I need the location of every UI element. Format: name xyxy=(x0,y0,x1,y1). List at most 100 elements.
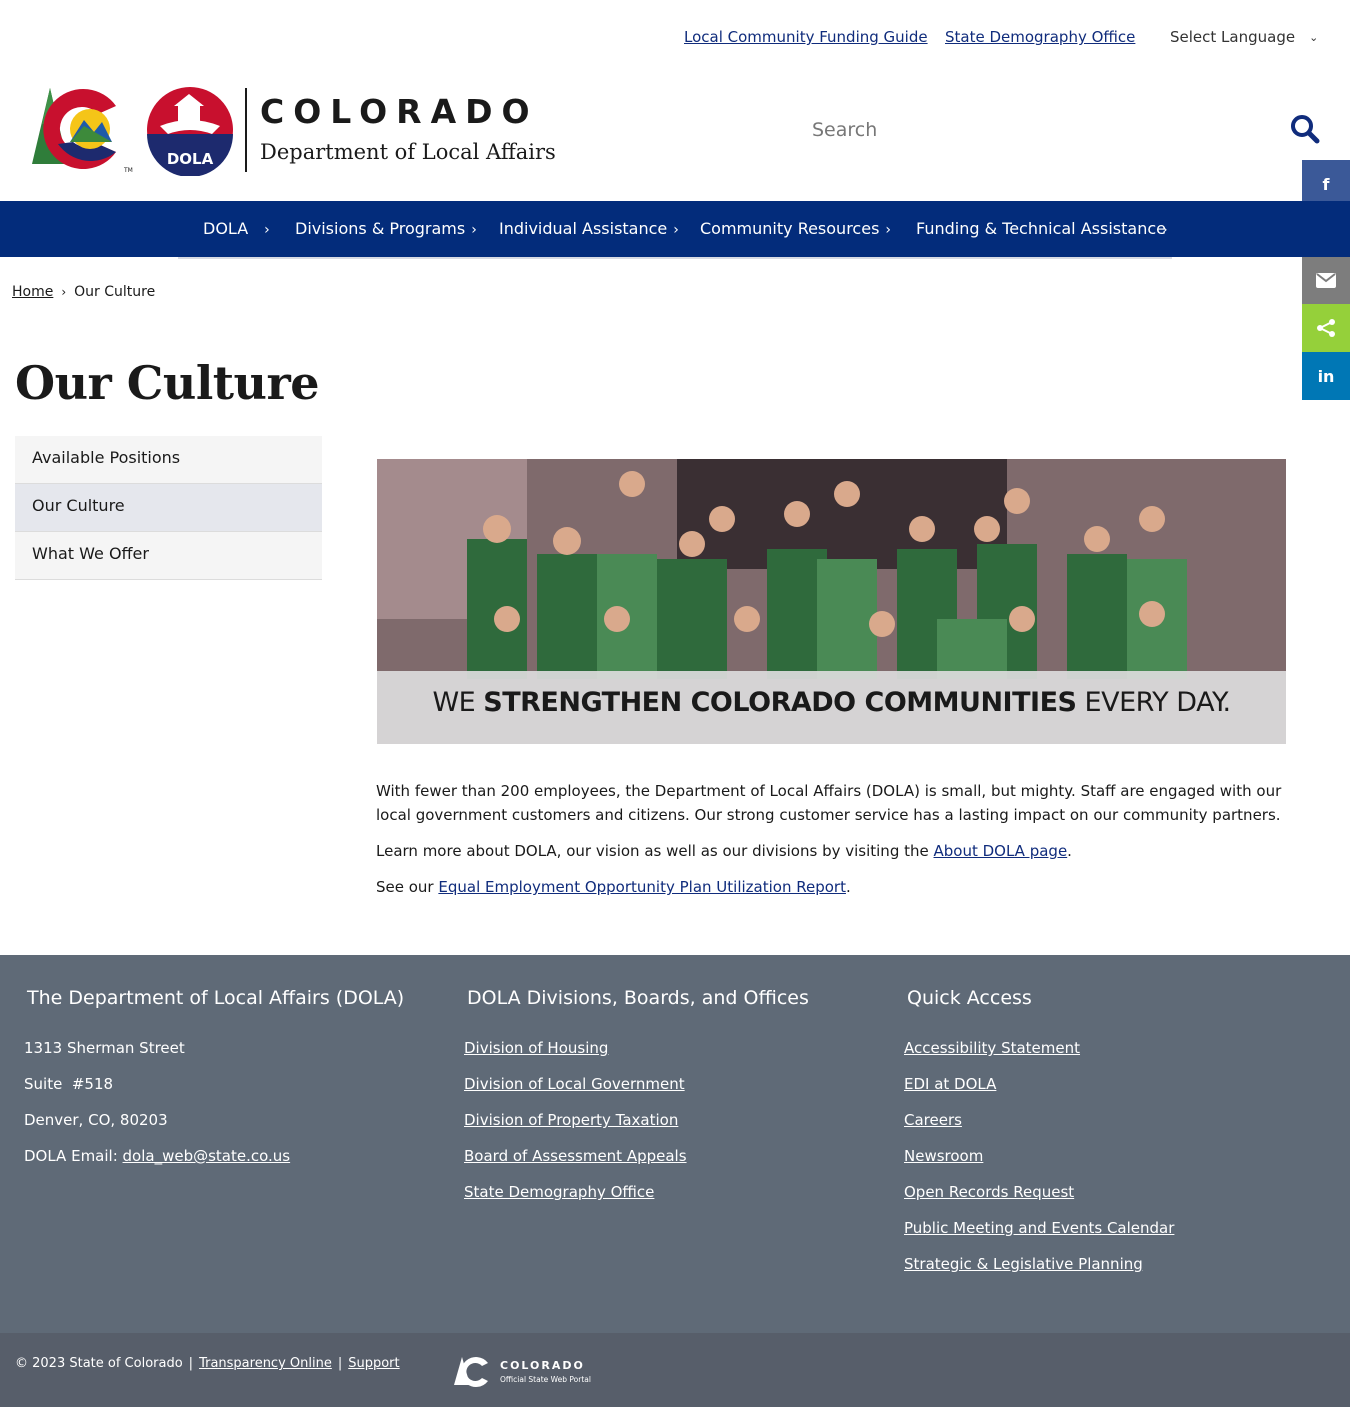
about-paragraph: Learn more about DOLA, our vision as wel… xyxy=(376,839,1291,863)
nav-item-funding-technical-assistance[interactable]: Funding & Technical Assistance› xyxy=(916,219,1168,238)
footer-link-division-of-local-government[interactable]: Division of Local Government xyxy=(464,1075,685,1093)
chevron-right-icon: › xyxy=(1161,222,1168,238)
footer-link-newsroom[interactable]: Newsroom xyxy=(904,1147,983,1165)
linkedin-share-button[interactable]: in xyxy=(1302,352,1350,400)
separator: | xyxy=(188,1356,194,1371)
side-menu-item-what-we-offer[interactable]: What We Offer xyxy=(15,532,322,580)
nav-item-dola[interactable]: DOLA › xyxy=(203,219,270,238)
dola-badge-text: DOLA xyxy=(167,150,214,168)
colorado-dola-logo-icon: TM DOLA xyxy=(32,87,233,176)
share-icon xyxy=(1317,319,1335,337)
share-bar: f in xyxy=(1302,160,1350,400)
state-name: COLORADO xyxy=(260,92,539,131)
period: . xyxy=(1067,842,1072,860)
chevron-right-icon: › xyxy=(471,222,477,238)
colorado-portal-logo[interactable]: COLORADO Official State Web Portal xyxy=(454,1355,604,1389)
nav-item-label: DOLA xyxy=(203,219,249,238)
footer-link-open-records-request[interactable]: Open Records Request xyxy=(904,1183,1074,1201)
footer-divisions-heading: DOLA Divisions, Boards, and Offices xyxy=(467,987,809,1009)
banner-caption: WE STRENGTHEN COLORADO COMMUNITIES EVERY… xyxy=(377,687,1286,718)
period: . xyxy=(845,878,851,896)
logo-divider xyxy=(245,88,247,172)
side-menu-item-our-culture[interactable]: Our Culture xyxy=(15,484,322,532)
search-button[interactable] xyxy=(1290,114,1322,146)
email-share-button[interactable] xyxy=(1302,256,1350,304)
copyright-line: © 2023 State of Colorado | Transparency On… xyxy=(15,1356,400,1371)
site-search xyxy=(800,108,1330,152)
colorado-c-logo-icon xyxy=(454,1357,488,1387)
breadcrumb: Home › Our Culture xyxy=(12,284,155,300)
caption-suffix: EVERY DAY. xyxy=(1076,687,1232,718)
department-name: Department of Local Affairs xyxy=(260,140,556,164)
eeo-report-link[interactable]: Equal Employment Opportunity Plan Utiliz… xyxy=(438,878,846,896)
footer-quick-access-column: Quick Access Accessibility Statement EDI… xyxy=(904,987,1174,1291)
support-link[interactable]: Support xyxy=(348,1356,399,1371)
local-community-funding-guide-link[interactable]: Local Community Funding Guide xyxy=(684,28,928,46)
footer-link-edi-at-dola[interactable]: EDI at DOLA xyxy=(904,1075,996,1093)
nav-item-community-resources[interactable]: Community Resources › xyxy=(700,219,891,238)
footer-link-division-of-housing[interactable]: Division of Housing xyxy=(464,1039,608,1057)
language-select-label: Select Language xyxy=(1170,28,1296,46)
search-input[interactable] xyxy=(800,108,1280,152)
site-logo[interactable]: TM DOLA COLORADO Department of Local Aff… xyxy=(28,84,588,176)
main-nav: DOLA › Divisions & Programs › Individual A… xyxy=(0,201,1350,257)
breadcrumb-current: Our Culture xyxy=(74,284,156,300)
portal-title: COLORADO xyxy=(500,1359,585,1372)
footer-link-strategic-legislative-planning[interactable]: Strategic & Legislative Planning xyxy=(904,1255,1143,1273)
footer-link-division-of-property-taxation[interactable]: Division of Property Taxation xyxy=(464,1111,678,1129)
email-label: DOLA Email: xyxy=(24,1147,123,1165)
nav-item-divisions-programs[interactable]: Divisions & Programs › xyxy=(295,219,477,238)
footer-link-careers[interactable]: Careers xyxy=(904,1111,962,1129)
language-select[interactable]: Select Language ⌄ xyxy=(1170,28,1318,46)
separator: | xyxy=(337,1356,343,1371)
nav-divider xyxy=(178,257,1172,259)
sub-footer: © 2023 State of Colorado | Transparency On… xyxy=(0,1333,1350,1407)
footer-quick-access-heading: Quick Access xyxy=(907,987,1032,1009)
about-text: Learn more about DOLA, our vision as wel… xyxy=(376,842,934,860)
footer-contact-heading: The Department of Local Affairs (DOLA) xyxy=(27,987,405,1009)
intro-paragraph: With fewer than 200 employees, the Depar… xyxy=(376,782,1282,824)
side-menu-item-available-positions[interactable]: Available Positions xyxy=(15,436,322,484)
state-demography-office-link[interactable]: State Demography Office xyxy=(945,28,1135,46)
email-icon xyxy=(1316,272,1336,288)
footer-link-state-demography-office[interactable]: State Demography Office xyxy=(464,1183,654,1201)
chevron-right-icon: › xyxy=(673,222,679,238)
generic-share-button[interactable] xyxy=(1302,304,1350,352)
chevron-right-icon: › xyxy=(885,222,892,238)
footer-link-public-meeting-calendar[interactable]: Public Meeting and Events Calendar xyxy=(904,1219,1174,1237)
transparency-online-link[interactable]: Transparency Online xyxy=(199,1356,332,1371)
footer-link-board-of-assessment-appeals[interactable]: Board of Assessment Appeals xyxy=(464,1147,687,1165)
utility-bar: Local Community Funding Guide State Demo… xyxy=(0,0,1350,76)
main-content: With fewer than 200 employees, the Depar… xyxy=(376,779,1291,911)
linkedin-icon: in xyxy=(1317,366,1335,386)
footer-divisions-column: DOLA Divisions, Boards, and Offices Divi… xyxy=(464,987,809,1219)
svg-text:TM: TM xyxy=(123,167,133,174)
eeo-text: See our xyxy=(376,878,439,896)
copyright-text: © 2023 State of Colorado xyxy=(15,1356,183,1371)
footer-link-accessibility-statement[interactable]: Accessibility Statement xyxy=(904,1039,1080,1057)
breadcrumb-home-link[interactable]: Home xyxy=(12,284,53,300)
chevron-right-icon: › xyxy=(61,285,67,299)
nav-item-label: Individual Assistance xyxy=(499,219,668,238)
nav-item-label: Divisions & Programs xyxy=(295,219,466,238)
facebook-icon: f xyxy=(1322,174,1330,194)
nav-item-label: Community Resources xyxy=(700,219,880,238)
email-link[interactable]: dola_web@state.co.us xyxy=(123,1147,291,1165)
team-photo-banner: WE STRENGTHEN COLORADO COMMUNITIES EVERY… xyxy=(377,459,1286,744)
footer: The Department of Local Affairs (DOLA) 1… xyxy=(0,955,1350,1333)
eeo-paragraph: See our Equal Employment Opportunity Pla… xyxy=(376,875,1291,899)
caption-emphasis: STRENGTHEN COLORADO COMMUNITIES xyxy=(483,687,1077,718)
about-dola-link[interactable]: About DOLA page xyxy=(934,842,1068,860)
page-title: Our Culture xyxy=(15,356,320,410)
nav-item-label: Funding & Technical Assistance xyxy=(916,219,1166,238)
address-line-2: Suite #518 xyxy=(24,1075,114,1093)
address-line-1: 1313 Sherman Street xyxy=(24,1039,185,1057)
search-icon xyxy=(1291,115,1320,144)
caption-prefix: WE xyxy=(432,687,484,718)
nav-item-individual-assistance[interactable]: Individual Assistance › xyxy=(499,219,679,238)
side-menu: Available Positions Our Culture What We … xyxy=(15,436,322,580)
chevron-down-icon: ⌄ xyxy=(1309,30,1319,44)
chevron-right-icon: › xyxy=(264,222,270,238)
portal-subtitle: Official State Web Portal xyxy=(500,1375,591,1384)
footer-contact-column: The Department of Local Affairs (DOLA) 1… xyxy=(24,987,404,1183)
